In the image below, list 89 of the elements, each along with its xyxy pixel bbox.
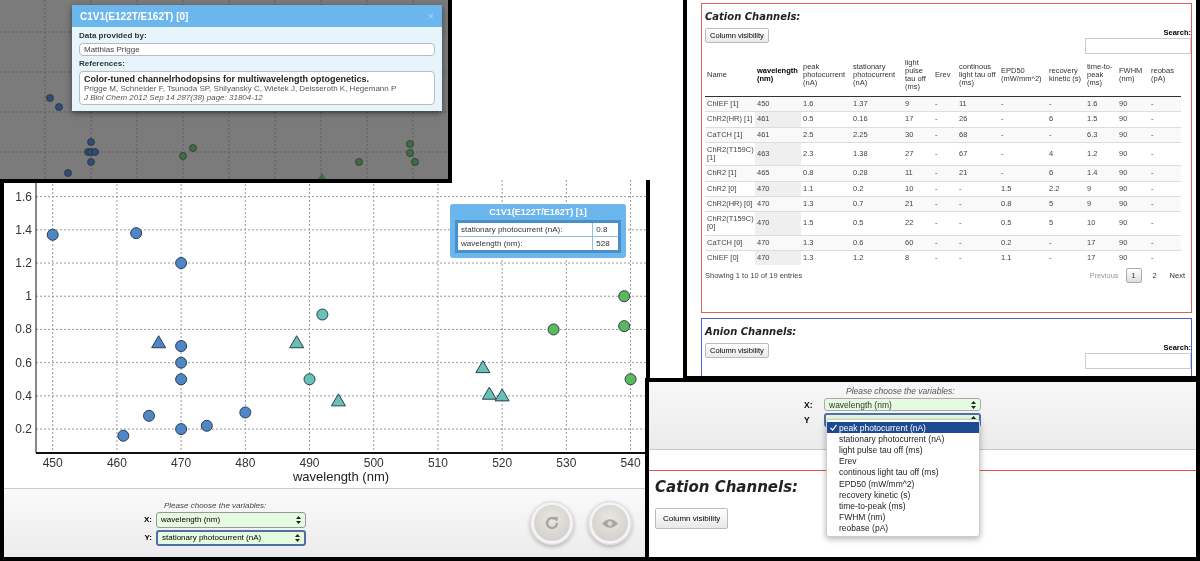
select-arrows-icon (971, 400, 976, 409)
y-tick-label: 1.4 (15, 222, 32, 237)
x-tick-label: 490 (299, 456, 320, 470)
data-point[interactable] (624, 373, 637, 386)
dropdown-option[interactable]: reobase (pA) (827, 522, 979, 534)
section-title: Anion Channels: (705, 326, 797, 337)
data-point[interactable] (547, 323, 560, 336)
dropdown-option[interactable]: stationary photocurrent (nA) (827, 433, 979, 445)
x-tick-label: 540 (620, 456, 641, 470)
dropdown-option[interactable]: peak photocurrent (nA) (827, 422, 979, 434)
data-point[interactable] (175, 373, 188, 386)
section-title: Cation Channels: (655, 478, 799, 496)
data-point (179, 152, 187, 160)
data-point[interactable] (151, 335, 167, 349)
data-point[interactable] (175, 423, 188, 436)
y-tick-label: 1.2 (15, 256, 32, 271)
y-tick-label: 0.4 (15, 388, 32, 403)
dropdown-option[interactable]: continous light tau off (ms) (827, 466, 979, 478)
x-tick-label: 500 (363, 456, 384, 470)
x-tick-label: 510 (427, 456, 448, 470)
data-point[interactable] (239, 406, 252, 419)
dropdown-option[interactable]: recovery kinetic (s) (827, 489, 979, 501)
select-arrows-icon (296, 515, 301, 524)
dropdown-option[interactable]: time-to-peak (ms) (827, 500, 979, 512)
data-point[interactable] (289, 335, 305, 349)
x-tick-label: 480 (235, 456, 256, 470)
x-tick-label: 470 (171, 456, 192, 470)
dialog-title: C1V1(E122T/E162T) [0] (80, 10, 189, 22)
search-field[interactable] (1085, 38, 1191, 54)
data-point[interactable] (303, 373, 316, 386)
field-label: Data provided by: (79, 31, 148, 40)
tooltip-label: stationary photocurrent (nA): (456, 221, 593, 237)
data-point[interactable] (175, 257, 188, 270)
column-visibility-button[interactable]: Column visibility (655, 508, 729, 529)
data-point[interactable] (618, 290, 631, 303)
data-point[interactable] (175, 340, 188, 353)
data-point[interactable] (330, 393, 346, 407)
x-tick-label: 530 (556, 456, 577, 470)
data-point (189, 144, 197, 152)
data-point (64, 169, 72, 177)
refresh-icon (544, 515, 560, 531)
variables-prompt: Please choose the variables: (164, 500, 267, 510)
data-point[interactable] (117, 429, 130, 442)
data-point (87, 158, 95, 166)
variable-select[interactable]: wavelength (nm) (824, 398, 981, 411)
y-tick-label: 1 (25, 289, 32, 304)
dropdown-option[interactable]: EPD50 (mW/mm^2) (827, 477, 979, 490)
data-point (318, 173, 326, 179)
reference-title: Color-tuned channelrhodopsins for multiwavelength optogenetics. (84, 74, 370, 84)
field-label: References: (79, 59, 126, 68)
provider-field[interactable]: Matthias Prigge (79, 43, 435, 56)
data-point[interactable] (618, 320, 631, 333)
axis-label: Y (804, 415, 811, 425)
check-icon (829, 424, 837, 432)
axis-label: Y: (143, 533, 152, 542)
reference-authors: Prigge M, Schneider F, Tsunoda SP, Shilyansky C, Wietek J, Deisseroth K, Hegemann P (84, 84, 398, 93)
dropdown-option[interactable]: FWHM (nm) (827, 511, 979, 523)
y-tick-label: 1.6 (15, 189, 32, 204)
data-point[interactable] (475, 360, 491, 374)
data-point[interactable] (316, 308, 329, 321)
x-tick-label: 460 (106, 456, 127, 470)
y-tick-label: 0.8 (15, 322, 32, 337)
eye-icon (601, 517, 619, 529)
x-tick-label: 450 (42, 456, 63, 470)
y-tick-label: 0.6 (15, 355, 32, 370)
reference-journal: J Biol Chem 2012 Sep 14 287(38) page: 31804-12 (84, 93, 264, 102)
x-axis-title: wavelength (nm) (292, 469, 390, 484)
x-tick-label: 520 (492, 456, 513, 470)
data-point[interactable] (130, 227, 143, 240)
data-point[interactable] (481, 386, 497, 400)
section-title: Cation Channels: (705, 11, 801, 22)
dropdown-option[interactable]: Erev (827, 455, 979, 467)
dropdown-option[interactable]: light pulse tau off (ms) (827, 444, 979, 456)
data-point (355, 158, 363, 166)
data-point (87, 138, 95, 146)
data-point[interactable] (46, 228, 59, 241)
data-point[interactable] (143, 409, 155, 422)
axis-label: X: (804, 399, 814, 410)
variable-select[interactable]: stationary photocurrent (nA) (156, 529, 306, 546)
variables-prompt: Please choose the variables: (846, 386, 956, 396)
select-arrows-icon (295, 533, 300, 542)
data-point[interactable] (200, 419, 213, 432)
y-tick-label: 0.2 (15, 422, 32, 437)
tooltip-title: C1V1(E122T/E162T) [1] (488, 207, 588, 217)
axis-label: X: (143, 515, 152, 524)
variable-select[interactable]: wavelength (nm) (156, 511, 306, 528)
search-field[interactable] (1085, 353, 1191, 369)
data-point[interactable] (175, 356, 188, 369)
data-point[interactable] (494, 388, 510, 402)
